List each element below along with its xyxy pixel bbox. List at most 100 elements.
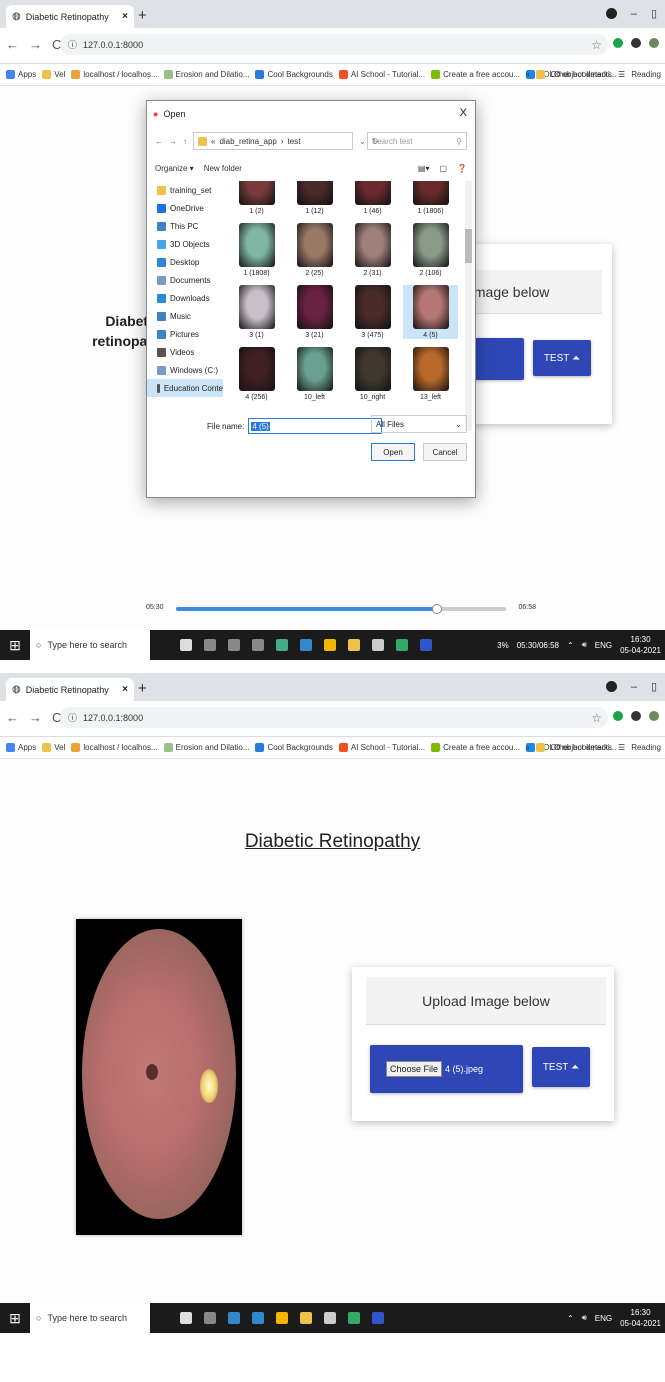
app-icon[interactable]: [348, 1312, 360, 1324]
choose-file-button[interactable]: Choose File: [386, 1061, 443, 1077]
language-indicator[interactable]: ENG: [595, 641, 612, 650]
avatar-icon[interactable]: [649, 711, 659, 721]
bookmark-star-icon[interactable]: ☆: [591, 38, 602, 52]
profile-icon[interactable]: [605, 681, 617, 692]
path-segment[interactable]: test: [288, 137, 301, 146]
tab-close-icon[interactable]: ×: [122, 11, 128, 22]
nav-item[interactable]: Pictures: [147, 325, 223, 343]
extension-icon[interactable]: [613, 38, 623, 48]
app-icon[interactable]: [228, 639, 240, 651]
back-icon[interactable]: ←: [6, 710, 19, 725]
info-icon[interactable]: ⓘ: [68, 711, 77, 724]
file-thumbnail[interactable]: 10_right: [345, 347, 400, 401]
view-icon[interactable]: ▤▾: [418, 164, 430, 173]
puzzle-icon[interactable]: [631, 38, 641, 48]
file-thumbnail[interactable]: 2 (25): [287, 223, 342, 277]
nav-item[interactable]: Downloads: [147, 289, 223, 307]
test-button[interactable]: TEST ⏶: [532, 1047, 590, 1087]
task-view-icon[interactable]: [204, 1312, 216, 1324]
nav-item[interactable]: OneDrive: [147, 199, 223, 217]
app-icon[interactable]: [324, 1312, 336, 1324]
bookmark-item[interactable]: Cool Backgrounds: [255, 70, 333, 79]
reading-list[interactable]: Reading: [631, 70, 661, 79]
app-icon[interactable]: [204, 639, 216, 651]
file-name-input[interactable]: 4 (5): [248, 418, 383, 434]
avatar-icon[interactable]: [649, 38, 659, 48]
explorer-icon[interactable]: [300, 1312, 312, 1324]
taskbar-search[interactable]: ○ Type here to search: [30, 630, 150, 660]
bookmark-star-icon[interactable]: ☆: [591, 711, 602, 725]
file-thumbnail[interactable]: 1 (46): [345, 181, 400, 215]
other-bookmarks[interactable]: Other bookmarks: [551, 70, 612, 79]
url-field[interactable]: ⓘ 127.0.0.1:8000 ☆: [60, 34, 608, 55]
back-icon[interactable]: ←: [155, 137, 163, 146]
bookmark-item[interactable]: Erosion and Dilatio...: [163, 70, 249, 79]
back-icon[interactable]: ←: [6, 37, 19, 52]
volume-icon[interactable]: 🔊︎: [582, 640, 587, 650]
nav-item[interactable]: training_set: [147, 181, 223, 199]
profile-icon[interactable]: [605, 8, 617, 19]
app-icon[interactable]: [276, 639, 288, 651]
reading-list[interactable]: Reading: [631, 743, 661, 752]
maximize-icon[interactable]: ▯: [651, 680, 657, 693]
taskbar-search[interactable]: ○ Type here to search: [30, 1303, 150, 1333]
scroll-thumb[interactable]: [465, 229, 472, 263]
mic-icon[interactable]: [180, 1312, 192, 1324]
nav-item[interactable]: Documents: [147, 271, 223, 289]
bookmark-item[interactable]: localhost / localhos...: [71, 70, 158, 79]
bookmark-item[interactable]: AI School - Tutorial...: [338, 70, 425, 79]
explorer-icon[interactable]: [348, 639, 360, 651]
file-thumbnail[interactable]: 4 (256): [229, 347, 284, 401]
network-icon[interactable]: ⌃: [567, 1314, 574, 1323]
url-field[interactable]: ⓘ 127.0.0.1:8000 ☆: [60, 707, 608, 728]
chrome-taskbar-icon[interactable]: [276, 1312, 288, 1324]
new-folder-button[interactable]: New folder: [204, 164, 242, 173]
preview-pane-icon[interactable]: ▢: [439, 164, 447, 173]
open-button[interactable]: Open: [371, 443, 415, 461]
file-thumbnail[interactable]: 4 (5): [403, 285, 458, 339]
progress-knob[interactable]: [431, 604, 442, 614]
bookmark-item[interactable]: Vel: [42, 70, 65, 79]
nav-item[interactable]: Videos: [147, 343, 223, 361]
new-tab-button[interactable]: +: [138, 7, 147, 24]
file-thumbnail[interactable]: 10_left: [287, 347, 342, 401]
chrome-taskbar-icon[interactable]: [324, 639, 336, 651]
up-icon[interactable]: ↑: [183, 137, 187, 146]
clock[interactable]: 16:30 05-04-2021: [620, 1307, 661, 1329]
browser-tab[interactable]: ◍ Diabetic Retinopathy ×: [6, 5, 134, 28]
network-icon[interactable]: ⌃: [567, 641, 574, 650]
other-bookmarks[interactable]: Other bookmarks: [551, 743, 612, 752]
new-tab-button[interactable]: +: [138, 680, 147, 697]
bookmark-item[interactable]: AI School - Tutorial...: [338, 743, 425, 752]
chevron-down-icon[interactable]: ⌄: [359, 137, 366, 146]
edge-icon[interactable]: [300, 639, 312, 651]
pause-icon[interactable]: [180, 639, 192, 651]
forward-icon[interactable]: →: [29, 710, 42, 725]
help-icon[interactable]: ❓: [457, 164, 467, 173]
bookmark-item[interactable]: Erosion and Dilatio...: [163, 743, 249, 752]
dialog-close-button[interactable]: X: [460, 107, 467, 119]
store-icon[interactable]: [228, 1312, 240, 1324]
volume-icon[interactable]: 🔊︎: [582, 1313, 587, 1323]
bookmark-item[interactable]: Vel: [42, 743, 65, 752]
file-thumbnail[interactable]: 3 (1): [229, 285, 284, 339]
maximize-icon[interactable]: ▯: [651, 7, 657, 20]
cancel-button[interactable]: Cancel: [423, 443, 467, 461]
nav-item[interactable]: This PC: [147, 217, 223, 235]
path-breadcrumb[interactable]: « diab_retina_app › test: [193, 132, 353, 150]
clock[interactable]: 16:30 05-04-2021: [620, 634, 661, 656]
nav-item[interactable]: Windows (C:): [147, 361, 223, 379]
app-icon[interactable]: [252, 639, 264, 651]
path-segment[interactable]: diab_retina_app: [219, 137, 276, 146]
store-icon[interactable]: [372, 639, 384, 651]
file-thumbnail[interactable]: 1 (1808): [229, 223, 284, 277]
file-type-select[interactable]: All Files ⌄: [371, 415, 467, 433]
pycharm-icon[interactable]: [372, 1312, 384, 1324]
file-thumbnail[interactable]: 3 (21): [287, 285, 342, 339]
browser-tab[interactable]: ◍ Diabetic Retinopathy ×: [6, 678, 134, 701]
vertical-scrollbar[interactable]: [465, 181, 472, 431]
nav-item[interactable]: Desktop: [147, 253, 223, 271]
nav-item[interactable]: 3D Objects: [147, 235, 223, 253]
windows-start-icon[interactable]: ⊞: [0, 1303, 30, 1333]
pycharm-icon[interactable]: [420, 639, 432, 651]
